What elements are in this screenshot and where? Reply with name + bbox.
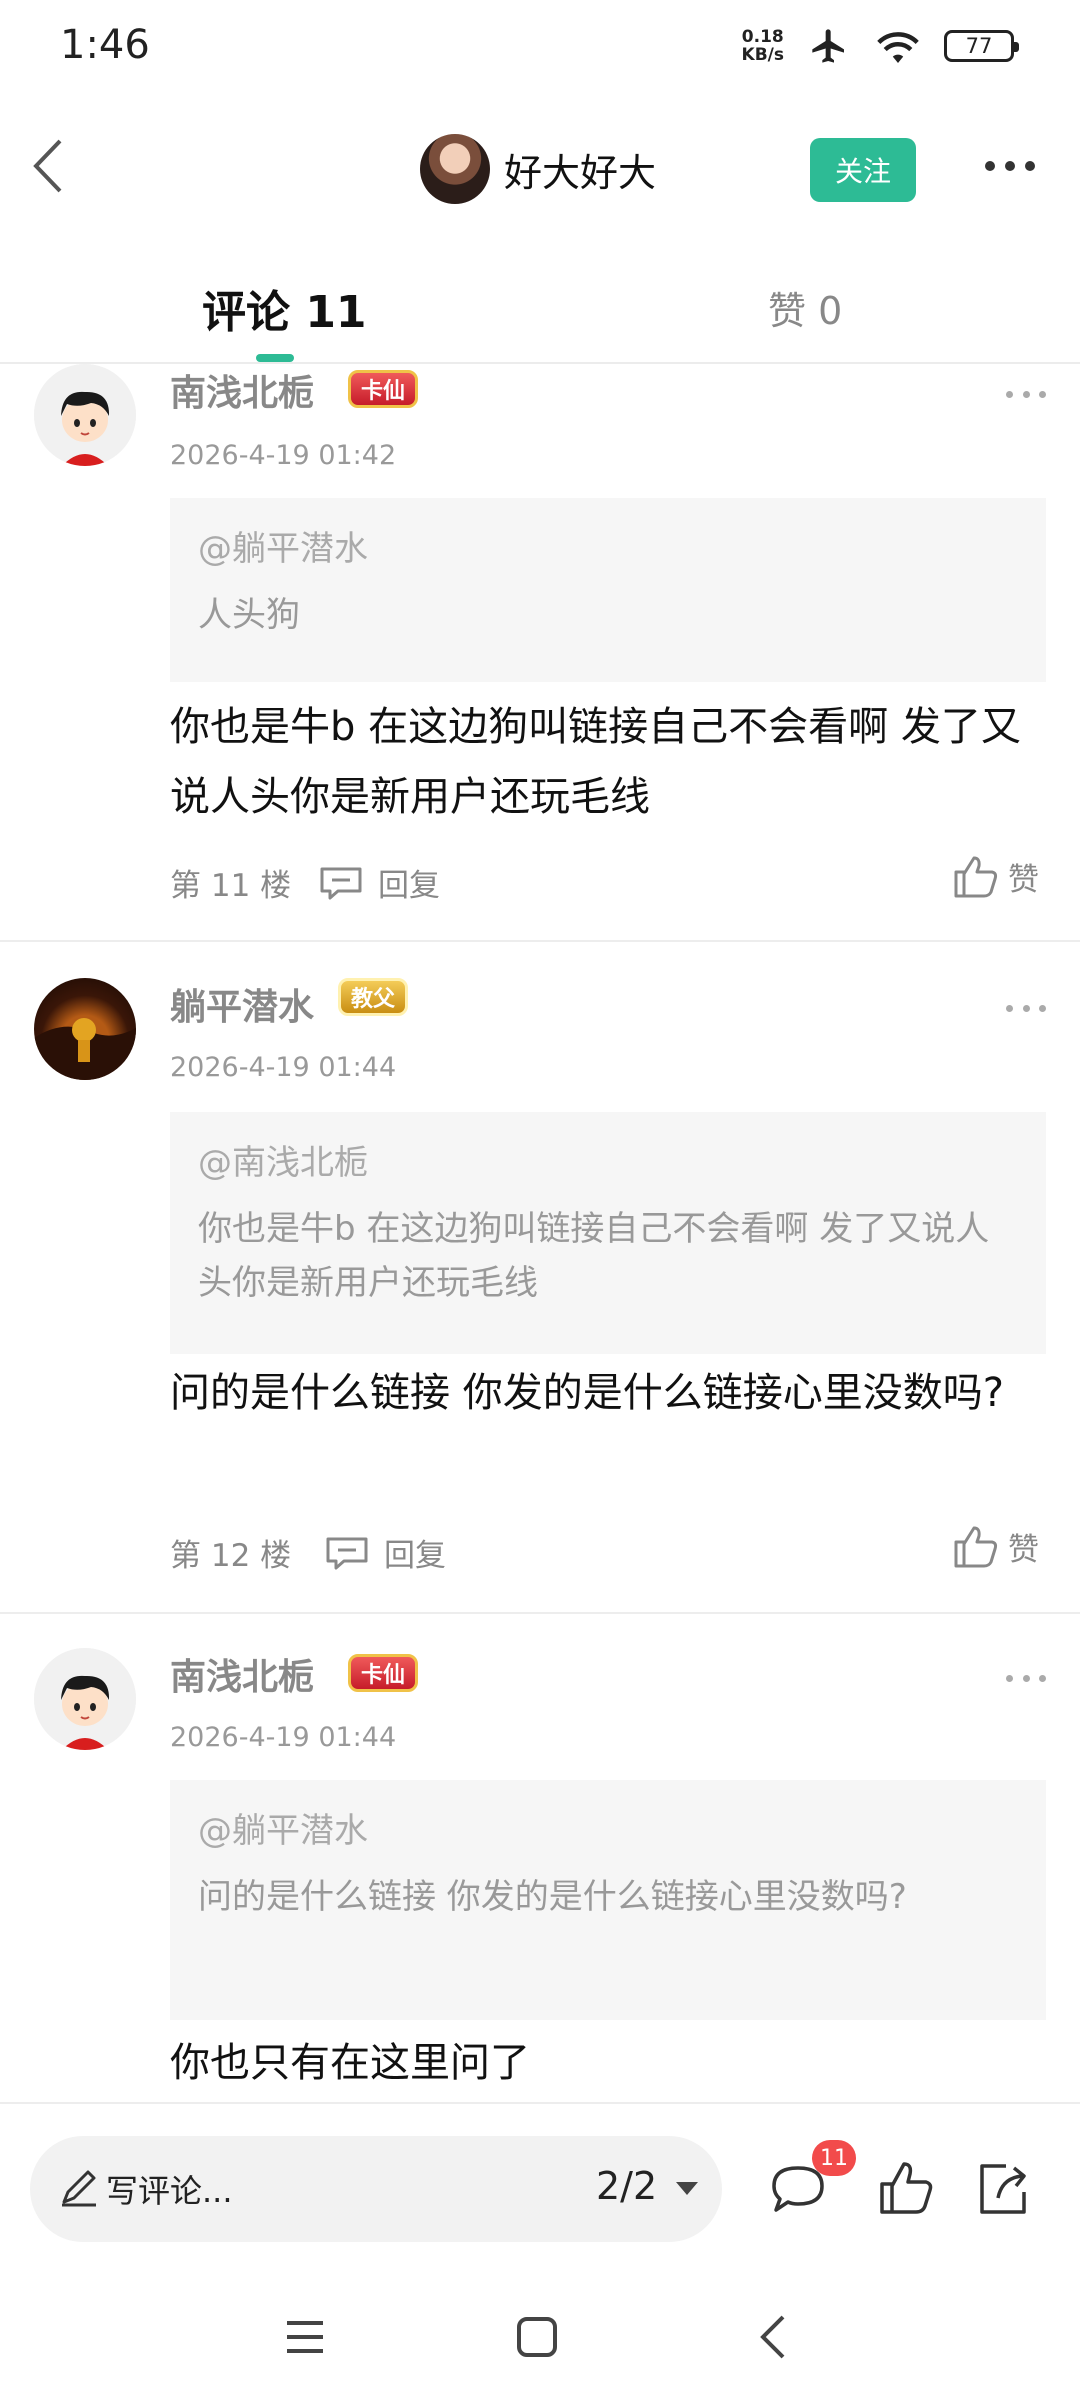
share-icon[interactable] — [972, 2156, 1036, 2220]
like-label: 赞 — [1008, 861, 1039, 898]
wifi-icon — [877, 32, 919, 63]
tab-likes[interactable]: 赞 0 — [768, 280, 842, 335]
system-nav-bar — [0, 2272, 1080, 2400]
title-bar: 好大好大 关注 — [0, 96, 1080, 246]
quoted-comment[interactable]: @躺平潜水 人头狗 — [170, 498, 1046, 682]
quote-author: @躺平潜水 — [198, 529, 368, 569]
cartoon-boy-avatar-icon — [34, 1648, 136, 1750]
golden-statue-avatar-icon — [34, 1018, 136, 1080]
quote-text: 人头狗 — [198, 595, 300, 635]
comment-item: 躺平潜水 教父 2026-4-19 01:44 @南浅北栀 你也是牛b 在这边狗… — [0, 942, 1080, 1614]
thumbs-up-icon[interactable] — [874, 2156, 938, 2220]
poster-name[interactable]: 好大好大 — [504, 142, 656, 197]
avatar[interactable] — [34, 364, 136, 466]
reply-button[interactable]: 回复 — [318, 860, 440, 905]
more-options-button[interactable] — [980, 146, 1040, 186]
network-speed: 0.18 KB/s — [742, 28, 784, 64]
comment-text: 你也是牛b 在这边狗叫链接自己不会看啊 发了又说人头你是新用户还玩毛线 — [170, 704, 1021, 820]
quote-author: @南浅北栀 — [198, 1143, 368, 1183]
page-indicator[interactable]: 2/2 — [596, 2164, 657, 2208]
tab-comments[interactable]: 评论 11 — [202, 276, 367, 340]
write-comment-placeholder: 写评论... — [106, 2172, 233, 2210]
floor-number: 第 12 楼 — [170, 1538, 292, 1574]
status-icons: 0.18 KB/s 77 — [742, 26, 1019, 66]
like-label: 赞 — [1008, 1531, 1039, 1568]
quote-author: @躺平潜水 — [198, 1811, 368, 1851]
airplane-icon — [812, 29, 844, 63]
write-comment-input[interactable]: 写评论... 2/2 — [30, 2136, 722, 2242]
comment-username[interactable]: 躺平潜水 — [170, 978, 314, 1030]
bottom-action-bar: 写评论... 2/2 11 — [0, 2102, 1080, 2272]
like-button[interactable]: 赞 — [952, 852, 1039, 900]
thumbs-up-icon — [954, 1526, 998, 1568]
comment-item: 南浅北栀 卡仙 2026-4-19 01:42 @躺平潜水 人头狗 你也是牛b … — [0, 364, 1080, 942]
reply-label: 回复 — [378, 868, 440, 904]
more-horizontal-icon — [985, 161, 1035, 171]
pencil-icon — [62, 2170, 96, 2207]
home-square-icon — [517, 2317, 557, 2357]
cartoon-boy-avatar-icon — [34, 364, 136, 466]
network-speed-unit: KB/s — [741, 45, 784, 65]
back-triangle-icon — [760, 2315, 785, 2359]
poster-info[interactable]: 好大好大 — [420, 134, 656, 204]
comment-item: 南浅北栀 卡仙 2026-4-19 01:44 @躺平潜水 问的是什么链接 你发… — [0, 1614, 1080, 2102]
reply-icon — [326, 1537, 368, 1569]
tab-active-indicator — [256, 354, 294, 362]
like-button[interactable]: 赞 — [952, 1522, 1039, 1570]
network-speed-value: 0.18 — [741, 27, 784, 47]
comment-list[interactable]: 南浅北栀 卡仙 2026-4-19 01:42 @躺平潜水 人头狗 你也是牛b … — [0, 364, 1080, 2102]
comment-count-badge: 11 — [812, 2140, 856, 2176]
menu-icon — [287, 2321, 323, 2353]
comment-timestamp: 2026-4-19 01:44 — [170, 1722, 397, 1753]
comment-timestamp: 2026-4-19 01:42 — [170, 440, 397, 471]
comment-more-icon[interactable] — [1006, 1668, 1046, 1688]
chevron-left-icon — [33, 139, 62, 193]
screen: 1:46 0.18 KB/s 77 好大好大 关注 评论 11 赞 0 南浅北栀… — [0, 0, 1080, 2400]
tabs: 评论 11 赞 0 — [0, 246, 1080, 364]
comment-more-icon[interactable] — [1006, 998, 1046, 1018]
back-nav-button[interactable] — [738, 2302, 808, 2372]
avatar[interactable] — [34, 978, 136, 1080]
level-badge: 卡仙 — [348, 370, 419, 408]
battery-icon: 77 — [944, 30, 1019, 62]
status-time: 1:46 — [60, 22, 150, 68]
level-badge: 卡仙 — [348, 1654, 419, 1692]
comment-username[interactable]: 南浅北栀 — [170, 364, 314, 416]
back-button[interactable] — [18, 136, 78, 196]
caret-down-icon[interactable] — [676, 2182, 698, 2195]
avatar[interactable] — [34, 1648, 136, 1750]
comment-text: 问的是什么链接 你发的是什么链接心里没数吗? — [170, 1370, 1004, 1416]
quote-text: 问的是什么链接 你发的是什么链接心里没数吗? — [198, 1877, 907, 1917]
quote-text: 你也是牛b 在这边狗叫链接自己不会看啊 发了又说人头你是新用户还玩毛线 — [198, 1209, 990, 1303]
comment-username[interactable]: 南浅北栀 — [170, 1648, 314, 1700]
reply-icon — [320, 867, 362, 899]
quoted-comment[interactable]: @南浅北栀 你也是牛b 在这边狗叫链接自己不会看啊 发了又说人头你是新用户还玩毛… — [170, 1112, 1046, 1354]
level-badge: 教父 — [338, 978, 409, 1016]
menu-nav-button[interactable] — [270, 2302, 340, 2372]
comment-more-icon[interactable] — [1006, 384, 1046, 404]
comment-timestamp: 2026-4-19 01:44 — [170, 1052, 397, 1083]
reply-label: 回复 — [384, 1538, 446, 1574]
floor-number: 第 11 楼 — [170, 868, 292, 904]
follow-button[interactable]: 关注 — [810, 138, 916, 202]
thumbs-up-icon — [954, 856, 998, 898]
reply-button[interactable]: 回复 — [324, 1530, 446, 1575]
status-bar: 1:46 0.18 KB/s 77 — [0, 0, 1080, 96]
home-nav-button[interactable] — [502, 2302, 572, 2372]
battery-level: 77 — [965, 34, 993, 58]
quoted-comment[interactable]: @躺平潜水 问的是什么链接 你发的是什么链接心里没数吗? — [170, 1780, 1046, 2020]
poster-avatar[interactable] — [420, 134, 490, 204]
comment-text: 你也只有在这里问了 — [170, 2040, 530, 2086]
